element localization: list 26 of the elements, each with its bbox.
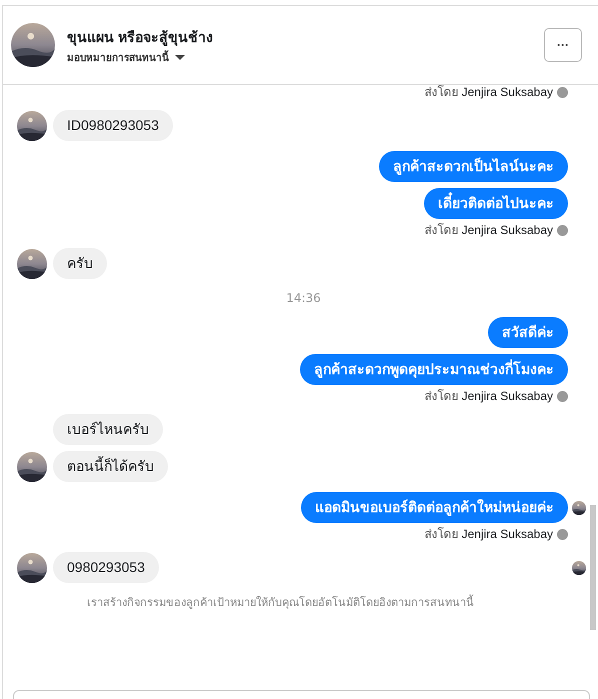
message-bubble: ลูกค้าสะดวกพูดคุยประมาณช่วงกี่โมงคะ <box>300 354 568 385</box>
message-bubble: ตอนนี้ก็ได้ครับ <box>53 451 168 482</box>
sender-label: ส่งโดย Jenjira Suksabay <box>424 389 553 404</box>
help-icon[interactable] <box>557 225 568 236</box>
message-bubble: ID0980293053 <box>53 110 173 141</box>
message-bubble: เดี๋ยวติดต่อไปนะคะ <box>424 188 568 219</box>
more-button[interactable]: ··· <box>544 28 582 62</box>
notice-text: เราสร้างกิจกรรมของลูกค้าเป้าหมายให้กับคุณโดยอัตโนมัติโดยอิงตามการสนทนานี้ <box>87 593 590 611</box>
message-field[interactable] <box>13 690 590 699</box>
sender-label: ส่งโดย Jenjira Suksabay <box>424 223 553 238</box>
help-icon[interactable] <box>557 391 568 402</box>
message-bubble: 0980293053 <box>53 552 159 583</box>
sender-label: ส่งโดย Jenjira Suksabay <box>424 527 553 542</box>
scrollbar[interactable] <box>590 505 596 630</box>
assign-dropdown[interactable]: มอบหมายการสนทนานี้ <box>67 50 185 64</box>
help-icon[interactable] <box>557 87 568 98</box>
message-bubble: ครับ <box>53 248 107 279</box>
message-bubble: สวัสดีค่ะ <box>488 317 568 348</box>
sender-label: ส่งโดย Jenjira Suksabay <box>424 85 553 100</box>
timestamp: 14:36 <box>285 291 322 305</box>
message-bubble: เบอร์ไหนครับ <box>53 414 163 445</box>
message-bubble: แอดมินขอเบอร์ติดต่อลูกค้าใหม่หน่อยค่ะ <box>301 492 568 523</box>
message-bubble: ลูกค้าสะดวกเป็นไลน์นะคะ <box>379 151 568 182</box>
caret-icon <box>175 54 185 60</box>
help-icon[interactable] <box>557 529 568 540</box>
contact-name: ขุนแผน หรือจะสู้ขุนช้าง <box>67 28 214 48</box>
